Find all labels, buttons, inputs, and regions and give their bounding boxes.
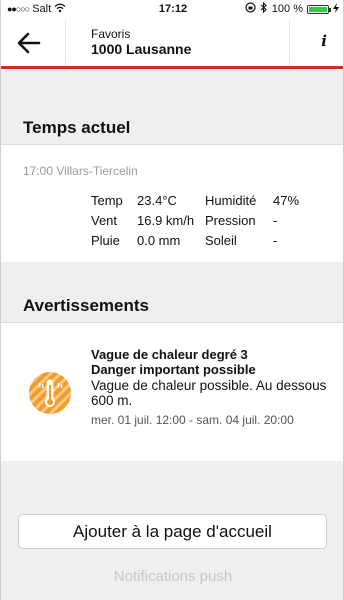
app-screen: ●●○○○ Salt 17:12 100 % Favoris 1000 Laus…: [0, 0, 344, 600]
weather-label: Vent: [91, 212, 118, 228]
weather-value: 23.4°C: [137, 192, 177, 208]
weather-values: Temp 23.4°C Humidité 47% Vent 16.9 km/h …: [91, 190, 313, 250]
top-spacer: [1, 70, 343, 114]
push-notifications-button[interactable]: Notifications push: [1, 568, 343, 585]
warning-text: Vague de chaleur degré 3 Danger importan…: [91, 347, 331, 427]
weather-row: Vent 16.9 km/h Pression -: [91, 210, 313, 230]
weather-value: 16.9 km/h: [137, 212, 195, 228]
weather-value: 47%: [273, 192, 300, 208]
weather-label: Pluie: [91, 232, 120, 248]
weather-row: Temp 23.4°C Humidité 47%: [91, 190, 313, 210]
section-title: Temps actuel: [23, 118, 131, 137]
warning-description: Vague de chaleur possible. Au dessous 60…: [91, 378, 327, 408]
warning-title: Vague de chaleur degré 3: [91, 347, 248, 362]
bluetooth-icon: [260, 1, 268, 16]
navigation-bar: Favoris 1000 Lausanne i: [1, 20, 343, 69]
arrow-left-icon: [17, 32, 41, 54]
weather-value: -: [273, 232, 278, 248]
location-title: 1000 Lausanne: [91, 41, 192, 57]
weather-row: Pluie 0.0 mm Soleil -: [91, 230, 313, 250]
warnings-header: Avertissements: [1, 290, 343, 323]
charging-icon: [333, 2, 339, 16]
weather-label: Soleil: [205, 232, 237, 248]
warning-date-range: mer. 01 juil. 12:00 - sam. 04 juil. 20:0…: [91, 413, 294, 427]
weather-label: Humidité: [205, 192, 257, 208]
navbar-title: Favoris 1000 Lausanne: [91, 27, 191, 58]
current-weather-header: Temps actuel: [1, 112, 343, 145]
battery-icon: [307, 4, 331, 14]
info-button[interactable]: i: [321, 32, 327, 50]
navbar-divider: [289, 20, 290, 66]
status-right: 100 %: [245, 1, 339, 16]
back-button[interactable]: [15, 29, 43, 57]
navbar-divider: [65, 20, 66, 66]
rotation-lock-icon: [245, 2, 256, 16]
navbar-subtitle: Favoris: [91, 27, 131, 41]
signal-icon: ●●○○○: [7, 4, 30, 14]
weather-label: Pression: [205, 212, 256, 228]
weather-label: Temp: [91, 192, 123, 208]
carrier-label: Salt: [32, 3, 52, 15]
heatwave-warning-icon: [28, 371, 72, 415]
warning-danger-level: Danger important possible: [91, 362, 256, 377]
section-title: Avertissements: [23, 296, 149, 315]
wifi-icon: [54, 3, 66, 16]
battery-percent: 100 %: [271, 3, 303, 15]
add-to-home-button[interactable]: Ajouter à la page d'accueil: [18, 514, 327, 549]
status-left: ●●○○○ Salt: [7, 3, 66, 16]
section-spacer: [1, 262, 343, 292]
weather-value: -: [273, 212, 278, 228]
weather-value: 0.0 mm: [137, 232, 181, 248]
station-label: 17:00 Villars-Tiercelin: [23, 164, 138, 178]
status-bar: ●●○○○ Salt 17:12 100 %: [1, 0, 343, 18]
